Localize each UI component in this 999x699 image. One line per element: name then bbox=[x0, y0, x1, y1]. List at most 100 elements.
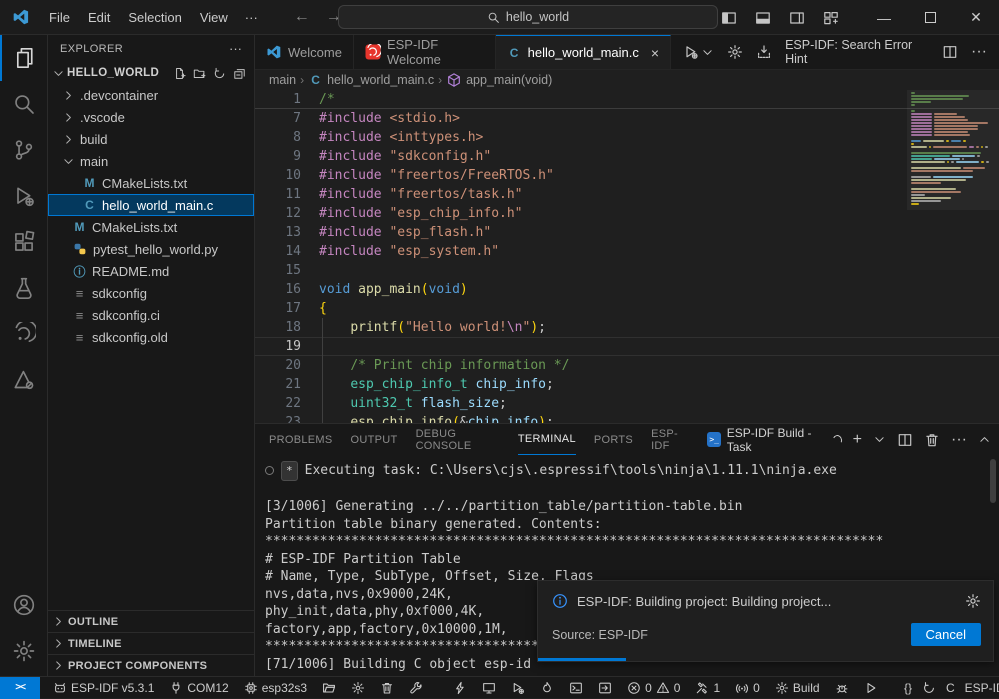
collapse-all-icon[interactable] bbox=[233, 67, 246, 80]
chevron-up-icon[interactable] bbox=[978, 433, 991, 446]
code-line-16[interactable]: 16void app_main(void) bbox=[255, 280, 999, 299]
code-line-22[interactable]: 22 uint32_t flash_size; bbox=[255, 394, 999, 413]
run-device-icon[interactable] bbox=[683, 44, 699, 60]
code-line-12[interactable]: 12#include "esp_chip_info.h" bbox=[255, 204, 999, 223]
code-line-17[interactable]: 17{ bbox=[255, 299, 999, 318]
tree-item-.devcontainer[interactable]: .devcontainer bbox=[48, 84, 254, 106]
cancel-button[interactable]: Cancel bbox=[911, 623, 981, 646]
activity-search[interactable] bbox=[0, 81, 48, 127]
code-line-14[interactable]: 14#include "esp_system.h" bbox=[255, 242, 999, 261]
terminal-scrollbar[interactable] bbox=[990, 459, 996, 503]
panel-tab-esp-idf[interactable]: ESP-IDF bbox=[651, 424, 689, 455]
notification-settings-icon[interactable] bbox=[965, 593, 981, 609]
code-line-11[interactable]: 11#include "freertos/task.h" bbox=[255, 185, 999, 204]
chevron-down-icon[interactable] bbox=[701, 46, 714, 59]
status-sync[interactable] bbox=[917, 681, 941, 695]
activity-run-debug[interactable] bbox=[0, 173, 48, 219]
tree-item-sdkconfig.old[interactable]: ≡ sdkconfig.old bbox=[48, 326, 254, 348]
panel-tab-problems[interactable]: PROBLEMS bbox=[269, 424, 333, 455]
activity-settings[interactable] bbox=[0, 628, 48, 674]
menu-edit[interactable]: Edit bbox=[79, 0, 119, 35]
breadcrumb-item[interactable]: main bbox=[269, 73, 296, 87]
activity-testing[interactable] bbox=[0, 265, 48, 311]
tree-item-pytest_hello_world.py[interactable]: pytest_hello_world.py bbox=[48, 238, 254, 260]
status-bug[interactable] bbox=[830, 681, 854, 695]
status-language-c[interactable]: C bbox=[941, 681, 960, 695]
panel-tab-output[interactable]: OUTPUT bbox=[351, 424, 398, 455]
status-problems[interactable]: 00 bbox=[622, 681, 685, 695]
search-error-hint-button[interactable]: ESP-IDF: Search Error Hint bbox=[785, 38, 929, 66]
section-outline[interactable]: OUTLINE bbox=[48, 610, 254, 632]
status-custom-task[interactable] bbox=[404, 681, 428, 695]
breadcrumb-item[interactable]: hello_world_main.c bbox=[327, 73, 434, 87]
code-line-19[interactable]: 19 bbox=[255, 337, 999, 356]
close-tab-icon[interactable]: × bbox=[651, 45, 659, 61]
status-run[interactable] bbox=[859, 681, 883, 695]
menu-more-icon[interactable]: ··· bbox=[237, 10, 266, 25]
panel-tab-terminal[interactable]: TERMINAL bbox=[518, 424, 576, 455]
code-line-18[interactable]: 18 printf("Hello world!\n"); bbox=[255, 318, 999, 337]
code-line-8[interactable]: 8#include <inttypes.h> bbox=[255, 128, 999, 147]
new-terminal-icon[interactable]: + bbox=[853, 431, 862, 449]
tree-item-build[interactable]: build bbox=[48, 128, 254, 150]
tree-item-hello_world_main.c[interactable]: C hello_world_main.c bbox=[48, 194, 254, 216]
status-open-idf-terminal[interactable] bbox=[593, 681, 617, 695]
panel-tab-debug-console[interactable]: DEBUG CONSOLE bbox=[416, 424, 500, 455]
tree-item-main[interactable]: main bbox=[48, 150, 254, 172]
status-idf-version[interactable]: ESP-IDF v5.3.1 bbox=[48, 681, 159, 695]
status-terminal[interactable] bbox=[564, 681, 588, 695]
project-root-row[interactable]: HELLO_WORLD bbox=[48, 62, 254, 84]
status-project-conf[interactable] bbox=[317, 681, 341, 695]
new-file-icon[interactable] bbox=[173, 67, 186, 80]
new-folder-icon[interactable] bbox=[193, 67, 206, 80]
status-device-target[interactable]: esp32s3 bbox=[239, 681, 312, 695]
explorer-more-icon[interactable]: ··· bbox=[229, 41, 242, 56]
tree-item-sdkconfig.ci[interactable]: ≡ sdkconfig.ci bbox=[48, 304, 254, 326]
menu-view[interactable]: View bbox=[191, 0, 237, 35]
tree-item-.vscode[interactable]: .vscode bbox=[48, 106, 254, 128]
panel-tab-ports[interactable]: PORTS bbox=[594, 424, 633, 455]
chevron-down-icon[interactable] bbox=[873, 433, 886, 446]
code-line-23[interactable]: 23 esp_chip_info(&chip_info); bbox=[255, 413, 999, 423]
activity-esp-idf-explorer[interactable] bbox=[0, 357, 48, 403]
kill-terminal-icon[interactable] bbox=[924, 432, 940, 448]
install-icon[interactable] bbox=[756, 44, 772, 60]
tree-item-sdkconfig[interactable]: ≡ sdkconfig bbox=[48, 282, 254, 304]
status-build-task[interactable]: Build bbox=[770, 681, 825, 695]
close-button[interactable]: ✕ bbox=[953, 0, 999, 35]
refresh-icon[interactable] bbox=[213, 67, 226, 80]
command-decoration-icon[interactable] bbox=[265, 466, 274, 475]
status-idf-tools[interactable]: 1 bbox=[690, 681, 725, 695]
remote-indicator[interactable]: >< bbox=[0, 677, 40, 699]
status-full-clean[interactable] bbox=[375, 681, 399, 695]
code-line-10[interactable]: 10#include "freertos/FreeRTOS.h" bbox=[255, 166, 999, 185]
customize-layout-icon[interactable] bbox=[823, 10, 839, 26]
code-line-21[interactable]: 21 esp_chip_info_t chip_info; bbox=[255, 375, 999, 394]
toggle-panel-icon[interactable] bbox=[755, 10, 771, 26]
status-flash-method[interactable] bbox=[448, 681, 472, 695]
split-terminal-icon[interactable] bbox=[897, 432, 913, 448]
status-idf-ext[interactable]: ESP-IDF bbox=[960, 681, 999, 695]
activity-espressif[interactable] bbox=[0, 311, 48, 357]
code-line-7[interactable]: 7#include <stdio.h> bbox=[255, 109, 999, 128]
menu-file[interactable]: File bbox=[40, 0, 79, 35]
activity-explorer[interactable] bbox=[0, 35, 48, 81]
tab-ESP-IDF-Welcome[interactable]: ESP-IDF Welcome bbox=[354, 35, 496, 69]
nav-back-icon[interactable]: ← bbox=[294, 8, 310, 26]
menu-selection[interactable]: Selection bbox=[119, 0, 190, 35]
code-line-20[interactable]: 20 /* Print chip information */ bbox=[255, 356, 999, 375]
split-editor-icon[interactable] bbox=[942, 44, 958, 60]
tree-item-README.md[interactable]: ⓘ README.md bbox=[48, 260, 254, 282]
maximize-button[interactable] bbox=[907, 0, 953, 35]
minimap[interactable] bbox=[907, 92, 999, 206]
minimize-button[interactable]: — bbox=[861, 0, 907, 35]
tree-item-CMakeLists.txt[interactable]: M CMakeLists.txt bbox=[48, 172, 254, 194]
toggle-sidebar-icon[interactable] bbox=[721, 10, 737, 26]
section-project-components[interactable]: PROJECT COMPONENTS bbox=[48, 654, 254, 676]
section-timeline[interactable]: TIMELINE bbox=[48, 632, 254, 654]
status-menuconfig[interactable] bbox=[346, 681, 370, 695]
tab-Welcome[interactable]: Welcome bbox=[255, 35, 354, 69]
code-editor[interactable]: 1/* 7#include <stdio.h> 8#include <intty… bbox=[255, 90, 999, 423]
activity-source-control[interactable] bbox=[0, 127, 48, 173]
terminal-task-item[interactable]: >_ ESP-IDF Build - Task bbox=[707, 426, 841, 454]
